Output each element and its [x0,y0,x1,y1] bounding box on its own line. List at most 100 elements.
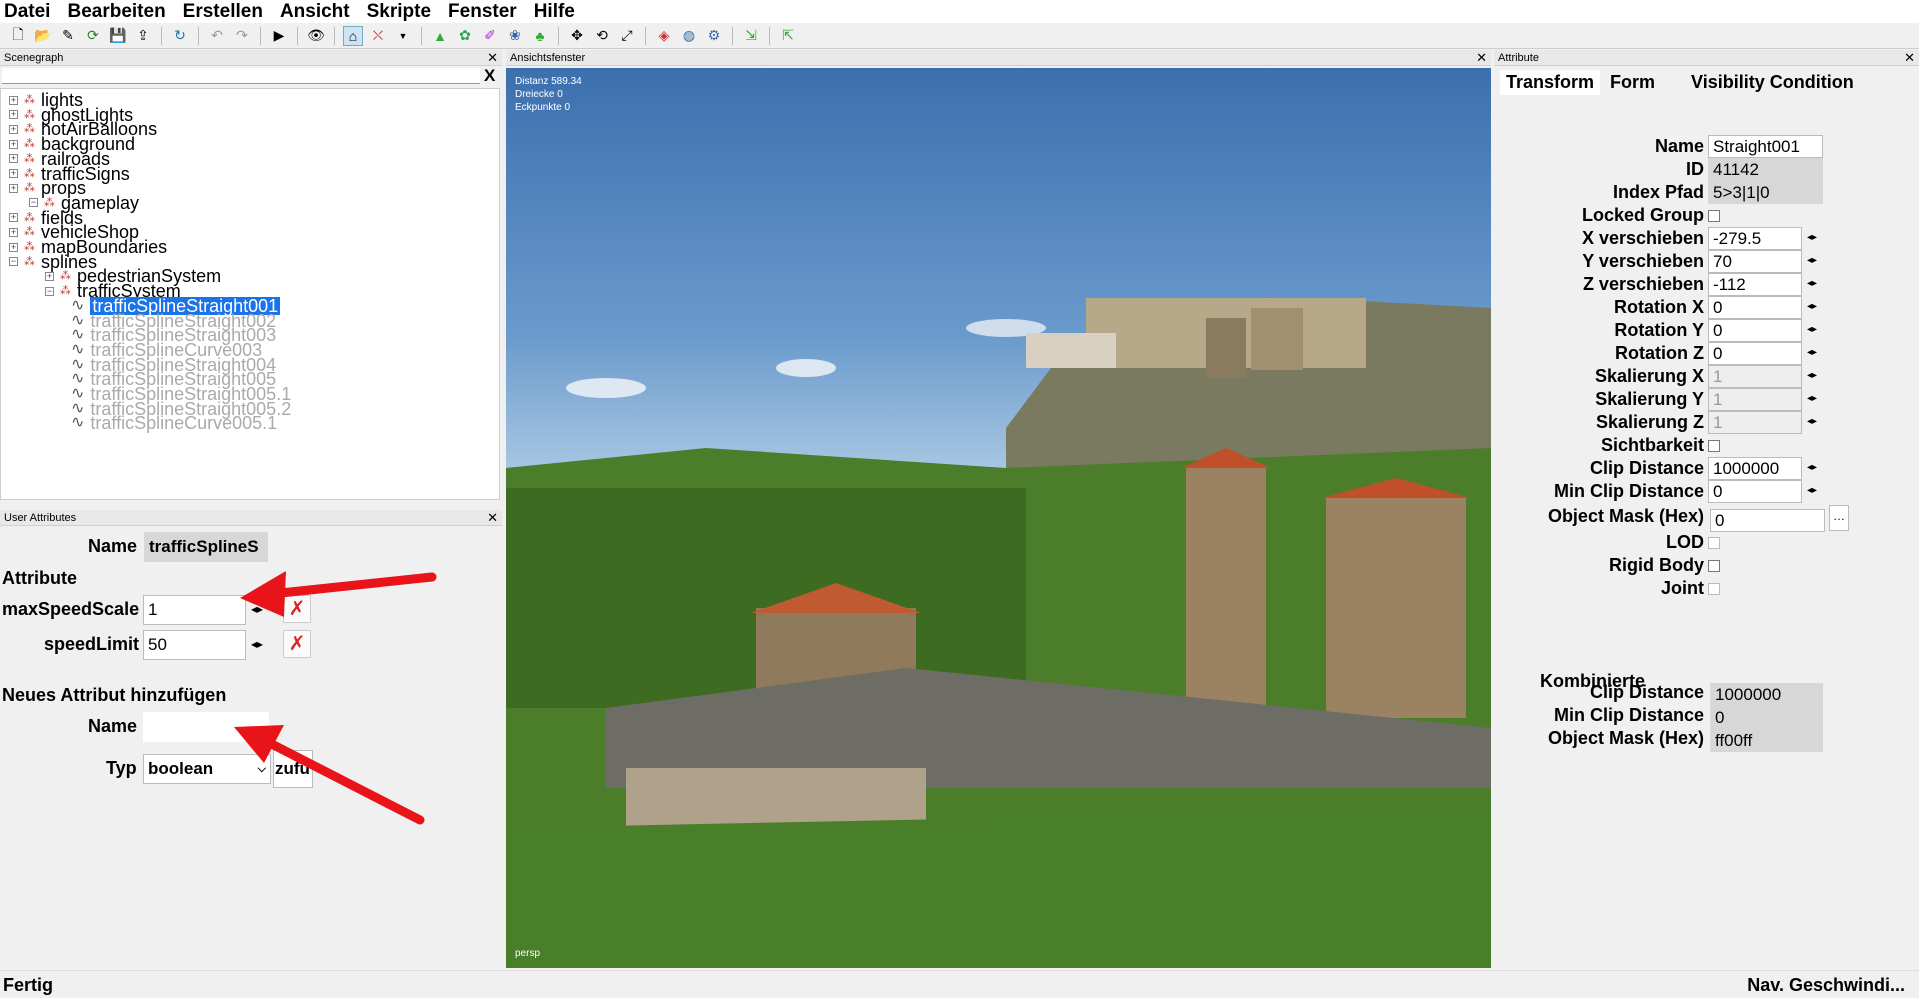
clear-filter-button[interactable]: X [484,66,495,86]
import-icon[interactable]: ⇲ [741,26,761,46]
home-icon[interactable]: ⌂ [343,25,363,46]
scale-icon[interactable]: ⤢ [617,26,637,46]
paint-tool-icon[interactable]: ✿ [455,26,475,46]
mask-editor-button[interactable]: … [1829,505,1849,531]
open-folder-icon[interactable]: 📂 [33,26,53,46]
menu-item-bearbeiten[interactable]: Bearbeiten [67,0,165,23]
spinner-arrows-icon[interactable]: ◂▸ [1804,411,1820,433]
spinner-arrows-icon[interactable]: ◂▸ [1804,480,1820,502]
spinner-arrows-icon[interactable]: ◂▸ [1804,388,1820,410]
rotation-x-field[interactable]: 0 [1708,296,1802,319]
menu-item-hilfe[interactable]: Hilfe [534,0,575,23]
spinner-arrows-icon[interactable]: ◂▸ [1804,273,1820,295]
skalierung-y-label: Skalierung Y [1595,389,1704,409]
menu-item-fenster[interactable]: Fenster [448,0,517,23]
tab-form[interactable]: Form [1604,70,1662,95]
annotation-arrows [234,571,437,825]
menu-item-datei[interactable]: Datei [4,0,50,23]
spinner-arrows-icon[interactable]: ◂▸ [1804,457,1820,479]
expand-icon[interactable]: + [9,183,18,193]
object-mask-hex-field[interactable]: 0 [1710,509,1825,532]
min-clip-distance-field[interactable]: 0 [1708,480,1802,503]
settings-icon[interactable]: ⚙ [704,26,724,46]
tree-node[interactable]: ∿ trafficSplineCurve005.1 [71,414,277,432]
rotation-z-field[interactable]: 0 [1708,342,1802,365]
combined-min-clip-distance-field: 0 [1710,706,1823,729]
cube-icon[interactable]: ◈ [654,26,674,46]
skalierung-z-field[interactable]: 1 [1708,411,1802,434]
3d-viewport[interactable]: Distanz 589.34 Dreiecke 0 Eckpunkte 0 pe… [506,68,1491,968]
spinner-arrows-icon[interactable]: ◂▸ [1804,365,1820,387]
close-icon[interactable]: ✕ [487,50,498,66]
collapse-icon[interactable]: − [29,198,38,208]
spinner-arrows-icon[interactable]: ◂▸ [1804,296,1820,318]
spinner-arrows-icon[interactable]: ◂▸ [1804,342,1820,364]
edit-icon[interactable]: ✎ [58,26,78,46]
sichtbarkeit-checkbox[interactable] [1708,440,1720,452]
lod-checkbox[interactable] [1708,537,1720,549]
clip-distance-field[interactable]: 1000000 [1708,457,1802,480]
new-file-icon[interactable]: 🗋 [8,26,28,46]
rotate-icon[interactable]: ⟲ [592,26,612,46]
export-icon[interactable]: ⇪ [133,26,153,46]
index-pfad-field[interactable]: 5>3|1|0 [1708,181,1823,204]
world-icon[interactable]: ◍ [679,26,699,46]
x-verschieben-field[interactable]: -279.5 [1708,227,1802,250]
rotation-y-label: Rotation Y [1614,320,1704,340]
spinner-arrows-icon[interactable]: ◂▸ [1804,319,1820,341]
user-attributes-panel: User Attributes ✕ Name trafficSplineS At… [0,510,502,968]
play-icon[interactable]: ▶ [269,26,289,46]
expand-icon[interactable]: + [9,169,18,178]
dropdown-arrow-icon[interactable]: ▼ [393,26,413,46]
plugin-icon[interactable]: ⇱ [778,26,798,46]
rigid-body-checkbox[interactable] [1708,560,1720,572]
expand-icon[interactable]: + [9,139,18,149]
save-icon[interactable]: 💾 [108,26,128,46]
scenegraph-filter-input[interactable] [2,68,480,84]
brush-tool-icon[interactable]: ✐ [480,26,500,46]
filter-icon[interactable]: ⛌ [368,26,388,46]
eye-icon[interactable]: 👁 [306,26,326,46]
expand-icon[interactable]: + [9,227,18,237]
id-field[interactable]: 41142 [1708,158,1823,181]
locked-group-checkbox[interactable] [1708,210,1720,222]
expand-icon[interactable]: + [45,271,54,281]
foliage-tool-icon[interactable]: ❀ [505,26,525,46]
skalierung-x-field[interactable]: 1 [1708,365,1802,388]
close-icon[interactable]: ✕ [487,510,498,526]
refresh-icon[interactable]: ⟳ [83,26,103,46]
terrain-tool-icon[interactable]: ▲ [430,26,450,46]
expand-icon[interactable]: + [9,110,18,120]
spinner-arrows-icon[interactable]: ◂▸ [1804,227,1820,249]
expand-icon[interactable]: + [9,242,18,252]
y-verschieben-field[interactable]: 70 [1708,250,1802,273]
close-icon[interactable]: ✕ [1904,50,1915,66]
collapse-icon[interactable]: − [45,286,54,296]
undo-icon[interactable]: ↶ [207,26,227,46]
name-field[interactable]: Straight001 [1708,135,1823,158]
move-icon[interactable]: ✥ [567,26,587,46]
tree-tool-icon[interactable]: ♣ [530,26,550,46]
scene-tree[interactable]: + ⁂ lights + ⁂ ghostLights + ⁂ hotAirBalloons + ⁂ b… [0,88,500,500]
menu-item-ansicht[interactable]: Ansicht [280,0,350,23]
expand-icon[interactable]: + [9,95,18,105]
expand-icon[interactable]: + [9,213,18,223]
tab-transform[interactable]: Transform [1500,70,1601,95]
close-icon[interactable]: ✕ [1476,50,1487,66]
tab-visibility-condition[interactable]: Visibility Condition [1685,70,1860,95]
collapse-icon[interactable]: − [9,257,18,267]
rotation-y-field[interactable]: 0 [1708,319,1802,342]
menu-item-skripte[interactable]: Skripte [367,0,431,23]
expand-icon[interactable]: + [9,154,18,164]
joint-checkbox[interactable] [1708,583,1720,595]
redo-icon[interactable]: ↷ [232,26,252,46]
spinner-arrows-icon[interactable]: ◂▸ [1804,250,1820,272]
z-verschieben-field[interactable]: -112 [1708,273,1802,296]
menu-item-erstellen[interactable]: Erstellen [183,0,263,23]
node-name-field[interactable]: trafficSplineS [144,532,268,562]
reload-icon[interactable]: ↻ [170,26,190,46]
combined-object-mask-hex-field: ff00ff [1710,729,1823,752]
skalierung-y-field[interactable]: 1 [1708,388,1802,411]
toolbar-separator [732,26,733,45]
expand-icon[interactable]: + [9,124,18,134]
